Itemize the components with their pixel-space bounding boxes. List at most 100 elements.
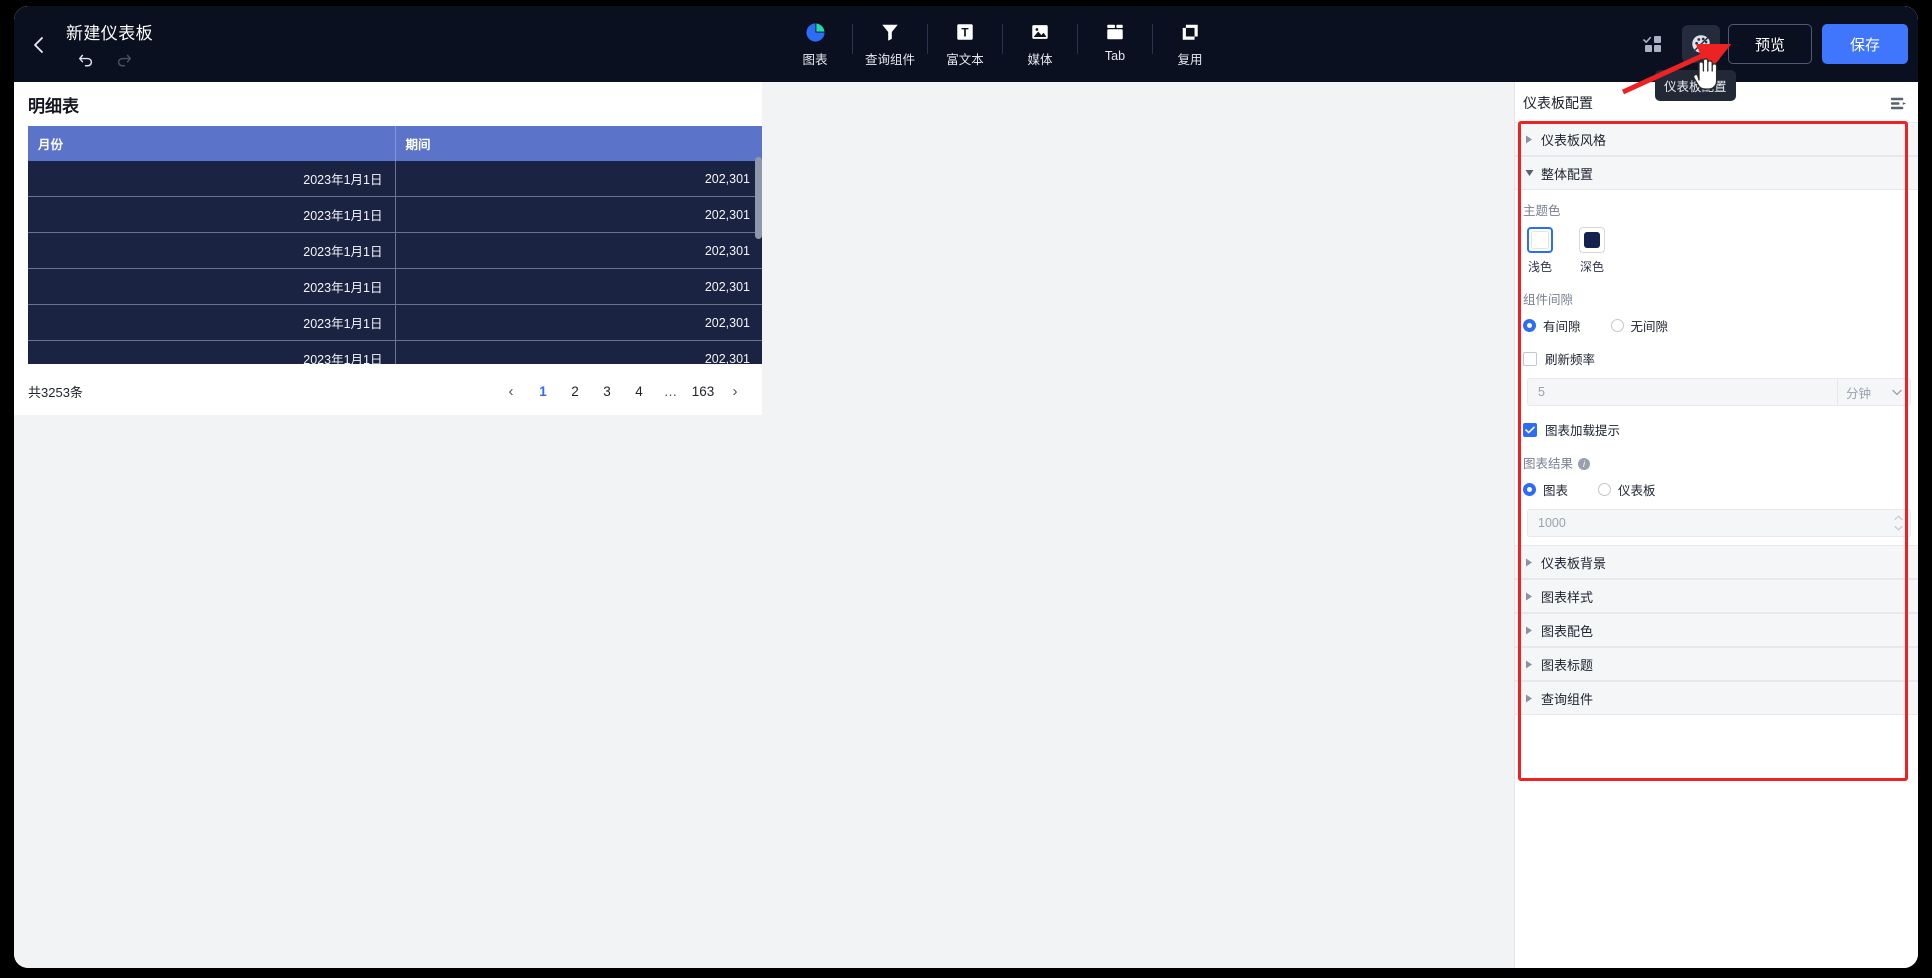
gap-option-without[interactable]: 无间隙	[1610, 316, 1669, 335]
detail-table-widget[interactable]: 明细表 月份 期间 2023年1月1日 202,301 2023年1月1日 20…	[14, 82, 762, 415]
cell-month: 2023年1月1日	[28, 268, 396, 305]
refresh-frequency-row: 5 分钟	[1527, 378, 1911, 406]
radio-selected-icon	[1523, 319, 1536, 332]
redo-button[interactable]	[110, 46, 138, 72]
stepper-up-icon[interactable]	[1890, 513, 1906, 523]
tool-label: 复用	[1177, 53, 1203, 67]
refresh-frequency-label: 刷新频率	[1545, 353, 1596, 367]
table-row[interactable]: 2023年1月1日 202,301	[28, 232, 762, 269]
toolbar-divider	[1152, 24, 1153, 54]
insert-toolbar: 图表 查询组件 T 富文本 媒体 Tab 复用	[784, 14, 1221, 74]
pagination-ellipsis[interactable]: …	[656, 378, 686, 404]
pagination-page-last[interactable]: 163	[688, 378, 718, 404]
gap-option-label: 无间隙	[1630, 320, 1669, 334]
chevron-down-icon	[1521, 169, 1537, 177]
section-chart-palette[interactable]: 图表配色	[1515, 613, 1918, 647]
chart-result-limit-input[interactable]: 1000	[1527, 509, 1911, 537]
tool-tab[interactable]: Tab	[1084, 14, 1146, 63]
number-stepper[interactable]	[1890, 513, 1906, 533]
pie-chart-icon	[805, 20, 826, 44]
chart-result-option-dashboard[interactable]: 仪表板	[1598, 480, 1656, 499]
cell-period: 202,301	[395, 196, 762, 233]
table-row[interactable]: 2023年1月1日 202,301	[28, 268, 762, 305]
toolbar-divider	[1077, 24, 1078, 54]
stepper-down-icon[interactable]	[1890, 523, 1906, 533]
table-pagination-bar: 共3253条 ‹ 1 2 3 4 … 163 ›	[14, 372, 762, 412]
overall-config-body: 主题色 浅色 深色 组件间隙 有间隙 无间隙 刷新频率 5 分钟 图表加载提示 …	[1515, 190, 1918, 545]
undo-button[interactable]	[72, 46, 100, 72]
tool-query-component[interactable]: 查询组件	[859, 14, 921, 68]
theme-option-dark[interactable]: 深色	[1575, 227, 1609, 275]
dashboard-title: 新建仪表板	[66, 24, 153, 43]
refresh-value-input[interactable]: 5	[1527, 378, 1837, 406]
table-row[interactable]: 2023年1月1日 202,301	[28, 161, 762, 197]
chart-result-option-chart[interactable]: 图表	[1523, 480, 1568, 499]
theme-label: 浅色	[1527, 260, 1552, 274]
pagination-page-4[interactable]: 4	[624, 378, 654, 404]
pagination-prev[interactable]: ‹	[496, 378, 526, 404]
gap-option-with[interactable]: 有间隙	[1523, 316, 1581, 335]
tool-chart[interactable]: 图表	[784, 14, 846, 68]
column-header-month[interactable]: 月份	[28, 126, 396, 161]
save-button[interactable]: 保存	[1822, 24, 1908, 64]
cell-month: 2023年1月1日	[28, 304, 396, 341]
section-dashboard-style[interactable]: 仪表板风格	[1515, 122, 1918, 156]
table-grid: 月份 期间 2023年1月1日 202,301 2023年1月1日 202,30…	[28, 126, 762, 364]
panel-collapse-icon[interactable]	[1885, 90, 1911, 116]
palette-button[interactable]	[1682, 25, 1720, 63]
config-panel: 仪表板配置 仪表板风格 整体配置 主题色 浅色 深色 组件间隙 有间隙 无间隙 …	[1514, 82, 1918, 968]
table-row[interactable]: 2023年1月1日 202,301	[28, 196, 762, 233]
toolbar-divider	[852, 24, 853, 54]
rich-text-icon: T	[955, 20, 975, 44]
section-overall-config[interactable]: 整体配置	[1515, 156, 1918, 190]
table-row[interactable]: 2023年1月1日 202,301	[28, 304, 762, 341]
tool-media[interactable]: 媒体	[1009, 14, 1071, 68]
tool-label: 图表	[802, 53, 828, 67]
grid-layout-icon[interactable]	[1634, 25, 1672, 63]
component-gap-label: 组件间隙	[1523, 293, 1574, 307]
section-dashboard-background[interactable]: 仪表板背景	[1515, 545, 1918, 579]
section-chart-style[interactable]: 图表样式	[1515, 579, 1918, 613]
pagination: ‹ 1 2 3 4 … 163 ›	[496, 378, 750, 404]
section-title: 图表配色	[1541, 623, 1594, 639]
pagination-page-1[interactable]: 1	[528, 378, 558, 404]
chevron-right-icon	[1521, 592, 1537, 601]
cell-period: 202,301	[395, 232, 762, 269]
pagination-next[interactable]: ›	[720, 378, 750, 404]
theme-option-light[interactable]: 浅色	[1523, 227, 1557, 275]
dashboard-canvas[interactable]: 明细表 月份 期间 2023年1月1日 202,301 2023年1月1日 20…	[14, 82, 1514, 968]
pagination-page-3[interactable]: 3	[592, 378, 622, 404]
toolbar-divider	[1002, 24, 1003, 54]
tool-reuse[interactable]: 复用	[1159, 14, 1221, 68]
theme-color-label: 主题色	[1523, 204, 1561, 218]
tool-label: 媒体	[1027, 53, 1053, 67]
data-table: 月份 期间 2023年1月1日 202,301 2023年1月1日 202,30…	[28, 126, 762, 364]
chevron-right-icon	[1521, 558, 1537, 567]
refresh-frequency-checkbox[interactable]: 刷新频率	[1523, 349, 1911, 368]
chevron-down-icon	[1892, 385, 1902, 399]
tool-rich-text[interactable]: T 富文本	[934, 14, 996, 68]
refresh-unit-select[interactable]: 分钟	[1837, 378, 1911, 406]
pagination-page-2[interactable]: 2	[560, 378, 590, 404]
chart-loading-tip-checkbox[interactable]: 图表加载提示	[1523, 420, 1911, 439]
chart-result-limit-value: 1000	[1538, 516, 1566, 530]
section-query-component[interactable]: 查询组件	[1515, 681, 1918, 715]
app-window: 新建仪表板 图表 查询组件 T 富文本 媒体 Tab 复用 预览 保存 明细表 …	[14, 6, 1918, 968]
tool-label: 查询组件	[864, 53, 915, 67]
table-vertical-scrollbar[interactable]	[755, 157, 762, 239]
info-icon[interactable]: i	[1578, 458, 1591, 470]
preview-button[interactable]: 预览	[1728, 24, 1812, 64]
gap-option-label: 有间隙	[1543, 320, 1581, 334]
section-chart-title[interactable]: 图表标题	[1515, 647, 1918, 681]
table-row[interactable]: 2023年1月1日 202,301	[28, 340, 762, 364]
chart-result-option-label: 仪表板	[1618, 484, 1656, 498]
column-header-period[interactable]: 期间	[395, 126, 762, 161]
section-title: 图表样式	[1541, 589, 1594, 605]
back-button[interactable]	[22, 28, 56, 62]
table-header-row: 月份 期间	[28, 126, 762, 161]
config-panel-title: 仪表板配置	[1523, 95, 1593, 111]
section-title: 仪表板风格	[1541, 132, 1607, 148]
chart-result-label: 图表结果 i	[1523, 453, 1911, 472]
cell-month: 2023年1月1日	[28, 340, 396, 364]
section-title: 仪表板背景	[1541, 555, 1607, 571]
